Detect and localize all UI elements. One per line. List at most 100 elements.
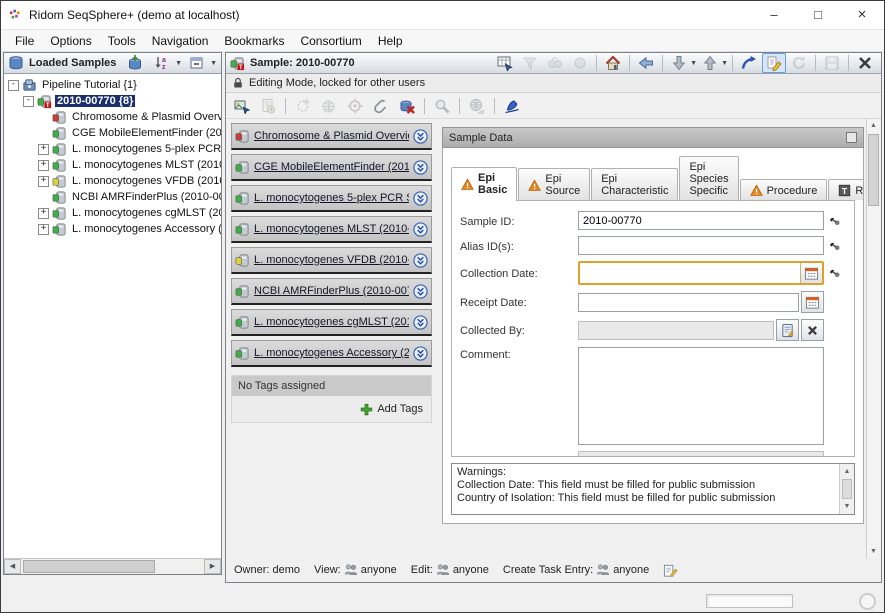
scroll-left-icon[interactable]: ◀: [4, 559, 21, 574]
task-entry-label[interactable]: L. monocytogenes MLST (2010-00770): [254, 223, 409, 235]
date-field[interactable]: [580, 263, 800, 281]
tree-expander-icon[interactable]: +: [38, 176, 49, 187]
task-entry-label[interactable]: CGE MobileElementFinder (2010-00...: [254, 161, 409, 173]
dropdown-caret-icon[interactable]: ▼: [721, 60, 728, 67]
task-entry-label[interactable]: L. monocytogenes Accessory (2010...: [254, 347, 409, 359]
home-icon[interactable]: [601, 53, 625, 73]
attachment-icon[interactable]: [369, 96, 393, 116]
scroll-right-icon[interactable]: ▶: [204, 559, 221, 574]
tree-item[interactable]: -T2010-00770 {8}: [4, 93, 221, 109]
clear-icon[interactable]: [801, 319, 824, 341]
tree-item[interactable]: -Pipeline Tutorial {1}: [4, 77, 221, 93]
minimize-button[interactable]: –: [752, 1, 796, 29]
tree-expander-icon[interactable]: +: [38, 160, 49, 171]
address-book-icon[interactable]: [776, 319, 799, 341]
previous-icon[interactable]: [698, 53, 722, 73]
dropdown-caret-icon[interactable]: ▼: [210, 60, 217, 67]
back-icon[interactable]: [634, 53, 658, 73]
task-entry-label[interactable]: L. monocytogenes VFDB (2010-00770): [254, 254, 409, 266]
task-entry-button[interactable]: Chromosome & Plasmid Overview (2...: [231, 123, 432, 150]
field-history-icon[interactable]: [824, 239, 846, 253]
field-history-icon[interactable]: [824, 214, 846, 228]
table-view-icon[interactable]: [493, 53, 517, 73]
tab-procedure[interactable]: Procedure: [740, 179, 828, 200]
comment-textarea[interactable]: [578, 347, 824, 445]
menu-tools[interactable]: Tools: [100, 32, 144, 50]
goto-icon[interactable]: [737, 53, 761, 73]
tab-epi-species-specific[interactable]: Epi Species Specific: [679, 156, 738, 200]
tree-item[interactable]: +L. monocytogenes MLST (2010-00770): [4, 157, 221, 173]
tree-expander-icon[interactable]: -: [23, 96, 34, 107]
tree-item[interactable]: +L. monocytogenes VFDB (2010-00770): [4, 173, 221, 189]
tree-item[interactable]: +L. monocytogenes cgMLST (2010-00770): [4, 205, 221, 221]
task-entry-button[interactable]: L. monocytogenes 5-plex PCR Sero...: [231, 185, 432, 212]
next-icon[interactable]: [667, 53, 691, 73]
tree-item[interactable]: Chromosome & Plasmid Overview (2010-0077…: [4, 109, 221, 125]
menu-options[interactable]: Options: [42, 32, 99, 50]
tree-item[interactable]: NCBI AMRFinderPlus (2010-00770): [4, 189, 221, 205]
expand-task-icon[interactable]: [413, 284, 428, 299]
signature-icon[interactable]: [500, 96, 524, 116]
tab-epi-source[interactable]: Epi Source: [518, 168, 590, 200]
task-entry-button[interactable]: NCBI AMRFinderPlus (2010-00770): [231, 278, 432, 305]
tree-item[interactable]: CGE MobileElementFinder (2010-00770): [4, 125, 221, 141]
add-tags-button[interactable]: Add Tags: [377, 403, 423, 415]
tree-expander-icon[interactable]: +: [38, 224, 49, 235]
text-field[interactable]: [578, 211, 824, 230]
expand-task-icon[interactable]: [413, 346, 428, 361]
close-view-icon[interactable]: [853, 53, 877, 73]
expand-task-icon[interactable]: [413, 129, 428, 144]
edit-mode-icon[interactable]: [762, 53, 786, 73]
vertical-scrollbar[interactable]: ▲ ▼: [866, 119, 880, 558]
task-entry-button[interactable]: L. monocytogenes Accessory (2010...: [231, 340, 432, 367]
date-field[interactable]: [578, 293, 799, 312]
menu-navigation[interactable]: Navigation: [144, 32, 217, 50]
scroll-down-icon[interactable]: ▼: [870, 545, 877, 558]
expand-task-icon[interactable]: [413, 191, 428, 206]
menu-file[interactable]: File: [7, 32, 42, 50]
scroll-up-icon[interactable]: ▲: [870, 119, 877, 132]
load-samples-icon[interactable]: [123, 53, 147, 73]
menu-bookmarks[interactable]: Bookmarks: [216, 32, 292, 50]
tree-expander-icon[interactable]: +: [38, 208, 49, 219]
text-field[interactable]: [578, 236, 824, 255]
task-entry-label[interactable]: Chromosome & Plasmid Overview (2...: [254, 130, 409, 142]
menu-help[interactable]: Help: [370, 32, 411, 50]
tab-epi-basic[interactable]: Epi Basic: [451, 167, 517, 201]
task-entry-button[interactable]: L. monocytogenes cgMLST (2010-00...: [231, 309, 432, 336]
expand-task-icon[interactable]: [413, 315, 428, 330]
sort-icon[interactable]: az: [150, 53, 174, 73]
scroll-thumb[interactable]: [842, 479, 852, 499]
export-icon[interactable]: [230, 96, 254, 116]
close-button[interactable]: ×: [840, 1, 884, 29]
task-entry-label[interactable]: L. monocytogenes cgMLST (2010-00...: [254, 316, 409, 328]
calendar-icon[interactable]: [800, 263, 822, 283]
delete-entry-icon[interactable]: [395, 96, 419, 116]
tree-item[interactable]: +L. monocytogenes 5-plex PCR Serogroup (…: [4, 141, 221, 157]
menu-consortium[interactable]: Consortium: [292, 32, 369, 50]
horizontal-scrollbar[interactable]: ◀ ▶: [4, 558, 221, 574]
collapse-all-icon[interactable]: [185, 53, 209, 73]
task-entry-label[interactable]: L. monocytogenes 5-plex PCR Sero...: [254, 192, 409, 204]
expand-task-icon[interactable]: [413, 160, 428, 175]
tree-item[interactable]: +L. monocytogenes Accessory (2010-00770): [4, 221, 221, 237]
expand-task-icon[interactable]: [413, 222, 428, 237]
dropdown-caret-icon[interactable]: ▼: [175, 60, 182, 67]
tab-epi-characteristic[interactable]: Epi Characteristic: [591, 168, 678, 200]
tree-expander-icon[interactable]: -: [8, 80, 19, 91]
tree-expander-icon[interactable]: +: [38, 144, 49, 155]
scroll-down-icon[interactable]: ▼: [844, 500, 851, 513]
maximize-button[interactable]: □: [796, 1, 840, 29]
task-entry-label[interactable]: NCBI AMRFinderPlus (2010-00770): [254, 285, 409, 297]
expand-task-icon[interactable]: [413, 253, 428, 268]
collapse-panel-icon[interactable]: [846, 132, 857, 143]
task-entry-button[interactable]: L. monocytogenes VFDB (2010-00770): [231, 247, 432, 274]
tab-results[interactable]: TResults: [828, 179, 864, 200]
warnings-scrollbar[interactable]: ▲ ▼: [839, 464, 854, 514]
edit-permissions-icon[interactable]: [663, 563, 678, 578]
task-entry-button[interactable]: L. monocytogenes MLST (2010-00770): [231, 216, 432, 243]
scroll-thumb[interactable]: [23, 560, 155, 573]
calendar-icon[interactable]: [801, 291, 824, 313]
field-history-icon[interactable]: [824, 266, 846, 280]
scroll-thumb[interactable]: [868, 134, 879, 206]
